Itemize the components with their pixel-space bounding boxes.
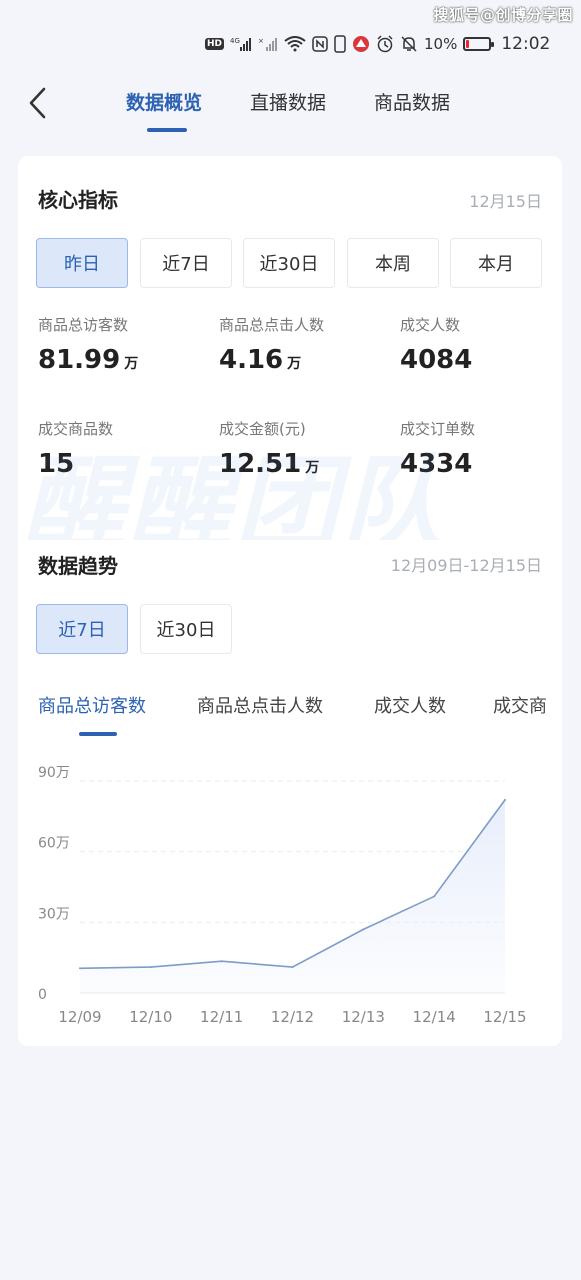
data-point — [433, 895, 436, 898]
alarm-icon — [376, 35, 394, 53]
metric-total-visitors[interactable]: 商品总访客数 81.99 万 — [38, 314, 208, 375]
data-point — [291, 966, 294, 969]
tab-live-data[interactable]: 直播数据 — [250, 88, 326, 115]
metric-value: 15 — [38, 449, 75, 479]
battery-icon — [463, 37, 495, 51]
x-tick-label: 12/12 — [271, 1008, 314, 1026]
series-area — [80, 799, 505, 993]
hd-icon: HD — [205, 38, 225, 50]
data-point — [149, 966, 152, 969]
trend-tab-visitors[interactable]: 商品总访客数 — [38, 692, 146, 718]
status-bar: 搜狐号@创博分享圈 HD 4G × 10% 12:02 — [0, 0, 581, 64]
trend-tab-more[interactable]: 成交商 — [493, 692, 562, 718]
y-tick-label: 90万 — [38, 765, 70, 781]
battery-percent: 10% — [424, 35, 458, 53]
metric-label: 成交订单数 — [400, 420, 476, 438]
x-tick-label: 12/13 — [342, 1008, 385, 1026]
trend-date-range: 12月09日-12月15日 — [390, 556, 542, 575]
trend-title: 数据趋势 — [38, 554, 118, 578]
trend-tab-clicks[interactable]: 商品总点击人数 — [197, 692, 323, 718]
period-30d[interactable]: 近30日 — [243, 238, 335, 288]
period-7d[interactable]: 近7日 — [140, 238, 232, 288]
metric-label: 成交商品数 — [38, 420, 114, 438]
metric-value: 4334 — [400, 449, 473, 479]
signal-4g-icon: 4G — [230, 36, 252, 52]
metric-label: 商品总点击人数 — [219, 316, 325, 334]
core-metrics-title: 核心指标 — [38, 188, 118, 212]
phone-icon — [334, 35, 346, 53]
x-tick-label: 12/14 — [413, 1008, 456, 1026]
trend-tab-buyers[interactable]: 成交人数 — [374, 692, 446, 718]
x-tick-label: 12/09 — [58, 1008, 101, 1026]
y-tick-label: 60万 — [38, 836, 70, 852]
period-this-month[interactable]: 本月 — [450, 238, 542, 288]
metric-orders[interactable]: 成交订单数 4334 — [400, 418, 570, 479]
metric-value: 4084 — [400, 345, 473, 375]
clock: 12:02 — [501, 34, 551, 54]
metric-buyers[interactable]: 成交人数 4084 — [400, 314, 570, 375]
metric-value: 81.99 万 — [38, 345, 139, 375]
x-tick-label: 12/15 — [483, 1008, 526, 1026]
y-tick-label: 30万 — [38, 906, 70, 922]
tab-product-data[interactable]: 商品数据 — [374, 88, 450, 115]
data-point — [79, 967, 81, 970]
data-point — [220, 960, 223, 963]
core-metrics-date: 12月15日 — [469, 192, 542, 211]
metric-gmv[interactable]: 成交金额(元) 12.51 万 — [219, 418, 389, 479]
trend-tab-indicator — [79, 732, 117, 736]
svg-text:×: × — [258, 37, 264, 45]
signal-x-icon: × — [258, 36, 278, 52]
source-watermark: 搜狐号@创博分享圈 — [433, 6, 573, 24]
trend-period-7d[interactable]: 近7日 — [36, 604, 128, 654]
period-this-week[interactable]: 本周 — [347, 238, 439, 288]
trend-period-30d[interactable]: 近30日 — [140, 604, 232, 654]
status-icons: HD 4G × 10% 12:02 — [205, 33, 550, 55]
x-tick-label: 12/11 — [200, 1008, 243, 1026]
metric-label: 商品总访客数 — [38, 316, 129, 334]
tab-active-indicator — [147, 128, 187, 132]
app-icon — [352, 35, 370, 53]
main-card: 核心指标 12月15日 昨日 近7日 近30日 本周 本月 商品总访客数 81.… — [18, 156, 562, 1046]
tab-data-overview[interactable]: 数据概览 — [126, 88, 202, 115]
mute-icon — [400, 35, 418, 53]
back-arrow-icon[interactable] — [26, 86, 50, 120]
x-tick-label: 12/10 — [129, 1008, 172, 1026]
battery-level — [466, 40, 469, 48]
y-tick-label: 0 — [38, 987, 47, 1003]
data-point — [504, 798, 506, 801]
period-yesterday[interactable]: 昨日 — [36, 238, 128, 288]
data-point — [362, 928, 365, 931]
svg-text:4G: 4G — [230, 37, 240, 45]
header: 数据概览 直播数据 商品数据 — [0, 70, 581, 140]
metric-value: 12.51 万 — [219, 449, 320, 479]
metric-value: 4.16 万 — [219, 345, 302, 375]
trend-chart: 0 30万 60万 90万 12/09 12/10 12/11 12/12 12/13 12/14… — [38, 765, 527, 1026]
metric-total-clicks[interactable]: 商品总点击人数 4.16 万 — [219, 314, 389, 375]
wifi-icon — [284, 36, 306, 52]
nfc-icon — [312, 36, 328, 52]
metric-label: 成交金额(元) — [219, 420, 306, 438]
metric-items-sold[interactable]: 成交商品数 15 — [38, 418, 208, 479]
metric-label: 成交人数 — [400, 316, 461, 334]
